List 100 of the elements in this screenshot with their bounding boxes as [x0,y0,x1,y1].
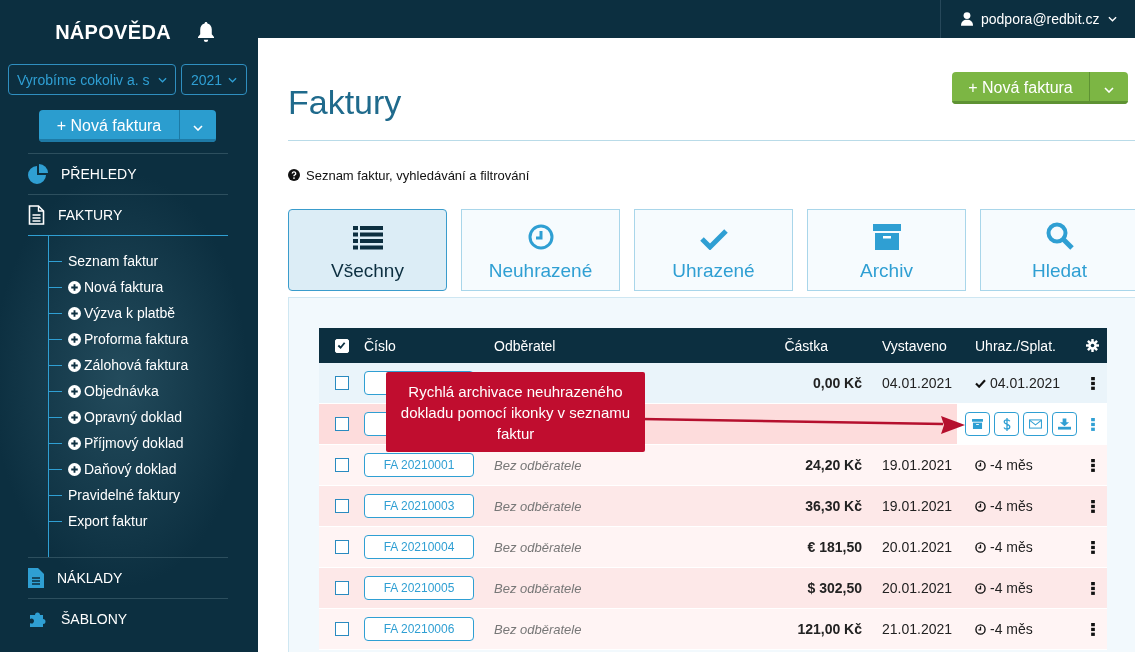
company-select[interactable]: Vyrobíme cokoliv a. s [8,64,176,95]
help-icon [288,169,300,181]
nav-link[interactable]: Proforma faktura [68,331,189,347]
plus-circle-icon [68,280,81,294]
status-text: -4 měs [990,580,1033,596]
plus-circle-icon [68,384,81,398]
download-button[interactable] [1052,412,1077,436]
nav-section[interactable]: ŠABLONY [28,599,228,639]
chevron-down-icon [1104,87,1114,93]
nav-link[interactable]: Daňový doklad [68,461,177,477]
nav-link[interactable]: Nová faktura [68,279,164,295]
checkmark-icon [975,378,986,388]
issued-date: 19.01.2021 [882,457,953,473]
issued-date: 20.01.2021 [882,580,953,596]
issued-date: 20.01.2021 [882,539,953,555]
nav-link[interactable]: Seznam faktur [68,253,159,269]
customer-text: Bez odběratele [494,539,582,555]
nav-link[interactable]: Export faktur [68,513,148,529]
status-text: -4 měs [990,621,1033,637]
status-text: -4 měs [990,457,1033,473]
amount-text: $ 302,50 [807,580,862,596]
nav-link[interactable]: Příjmový doklad [68,435,184,451]
download-icon [1058,418,1071,430]
column-header[interactable]: Vystaveno [882,337,947,354]
email-button[interactable] [1023,412,1048,436]
clock-icon [975,541,986,553]
dropdown-button[interactable] [1090,72,1128,104]
clock-icon [975,582,986,594]
row-checkbox[interactable] [334,581,349,595]
row-checkbox[interactable] [334,376,349,390]
customer-text: Bez odběratele [494,457,582,473]
more-icon[interactable] [1090,581,1095,595]
column-header[interactable]: Číslo [364,337,396,354]
nav-section[interactable]: PŘEHLEDY [28,154,228,194]
clock-icon [975,459,986,471]
plus-circle-icon [68,462,81,476]
nav-link[interactable]: Výzva k platbě [68,305,176,321]
chevron-down-icon [193,125,203,131]
plus-circle-icon [68,436,81,450]
plus-circle-icon [68,410,81,424]
more-icon[interactable] [1090,376,1095,390]
nav-link[interactable]: Pravidelné faktury [68,487,181,503]
customer-text: Bez odběratele [494,580,582,596]
customer-text: Bez odběratele [494,621,582,637]
document-icon [28,205,45,225]
plus-circle-icon [68,332,81,346]
nav-link[interactable]: Zálohová faktura [68,357,189,373]
amount-text: 24,20 Kč [805,457,862,473]
column-header[interactable]: Odběratel [494,337,556,354]
status-text: 04.01.2021 [990,375,1061,391]
issued-date: 21.01.2021 [882,621,953,637]
clock-icon [975,500,986,512]
help-text: Seznam faktur, vyhledávání a filtrování [306,167,530,183]
page-title: Faktury [288,81,402,122]
status-text: -4 měs [990,539,1033,555]
nav-section[interactable]: NÁKLADY [28,558,228,598]
chevron-down-icon [228,76,238,83]
filter-tab[interactable]: Všechny [288,209,447,291]
settings-icon[interactable] [1086,339,1099,352]
annotation-tooltip: Rychlá archivace neuhrazeného dokladu pomocí ikonky v seznamu faktur [386,372,645,452]
archive-box-icon [872,224,901,250]
archive-button[interactable] [965,412,990,436]
chevron-down-icon [1107,16,1117,22]
row-checkbox[interactable] [334,458,349,472]
pie-chart-icon [28,164,48,184]
clock-icon [527,224,554,250]
chevron-down-icon [158,76,167,83]
app-title: NÁPOVĚDA [55,20,171,44]
status-text: -4 měs [990,498,1033,514]
more-icon[interactable] [1090,622,1095,636]
search-icon [1045,222,1074,250]
plus-circle-icon [68,358,81,372]
row-checkbox[interactable] [334,417,349,431]
amount-text: 0,00 Kč [812,375,862,391]
list-icon [352,226,383,250]
nav-link[interactable]: Objednávka [68,383,159,399]
user-menu[interactable]: podpora@redbit.cz [940,0,1135,38]
dollar-icon [1002,417,1011,431]
more-icon[interactable] [1090,458,1095,472]
envelope-icon [1029,419,1042,429]
user-icon [961,12,973,26]
more-icon[interactable] [1090,540,1095,554]
issued-date: 19.01.2021 [882,498,953,514]
checkmark-icon [699,228,728,250]
year-select[interactable]: 2021 [181,64,247,95]
row-checkbox[interactable] [334,622,349,636]
amount-text: € 181,50 [807,539,862,555]
issued-date: 04.01.2021 [882,375,953,391]
nav-section[interactable]: FAKTURY [28,195,228,236]
select-all-checkbox[interactable] [334,338,349,353]
more-icon[interactable] [1090,499,1095,513]
dropdown-button[interactable] [180,110,216,142]
column-header[interactable]: Uhraz./Splat. [975,337,1056,354]
nav-link[interactable]: Opravný doklad [68,409,183,425]
document-icon [28,568,44,588]
row-checkbox[interactable] [334,540,349,554]
row-checkbox[interactable] [334,499,349,513]
column-header[interactable]: Částka [784,337,828,354]
payment-button[interactable] [994,412,1019,436]
bell-icon[interactable] [196,22,215,42]
